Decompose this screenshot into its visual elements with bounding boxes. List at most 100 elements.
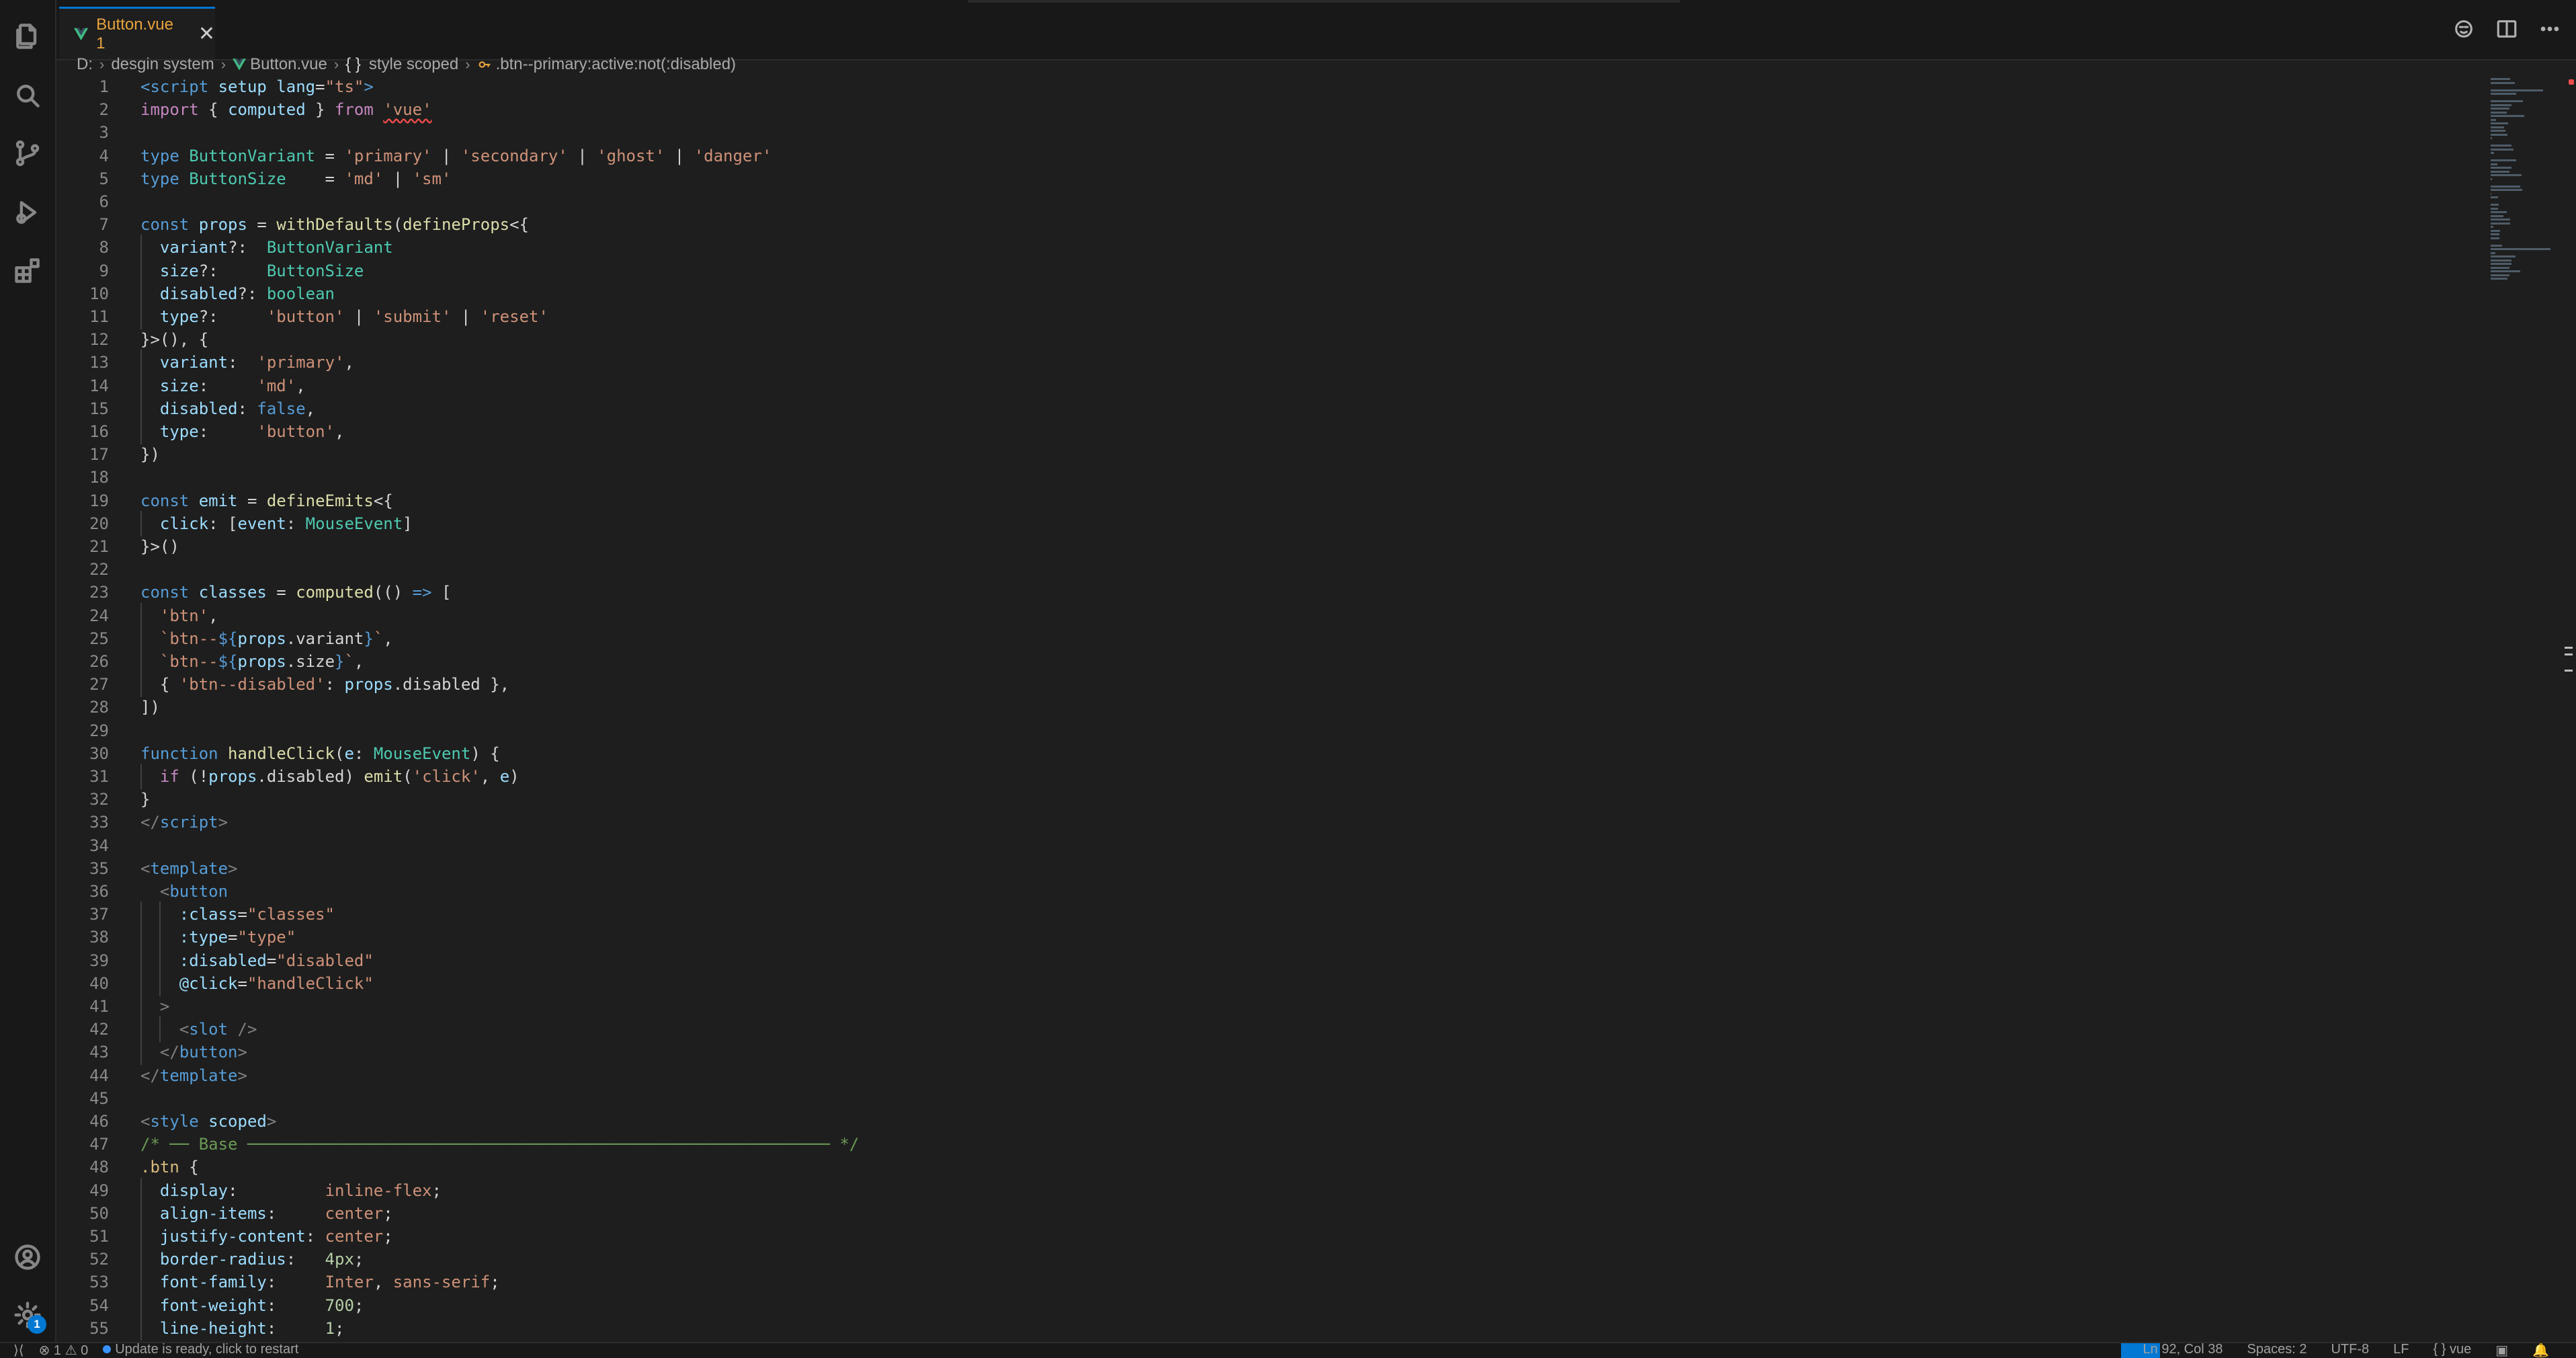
code-line[interactable]: 3 — [56, 121, 109, 144]
code-line[interactable]: 22 — [56, 558, 109, 581]
editor-tab-bar: Button.vue 1 ✕ — [56, 0, 2576, 61]
code-line[interactable]: 28]) — [56, 696, 160, 719]
code-line[interactable]: 35 <template> — [56, 857, 237, 880]
close-icon[interactable]: ✕ — [198, 24, 215, 44]
code-line[interactable]: 38 :type="type" — [56, 924, 296, 951]
account-icon[interactable] — [11, 1241, 44, 1273]
encoding[interactable]: UTF-8 — [2331, 1343, 2369, 1358]
code-line[interactable]: 30 function handleClick(e: MouseEvent) { — [56, 742, 500, 765]
code-line[interactable]: 32} — [56, 788, 150, 811]
code-line[interactable]: 33 </script> — [56, 811, 228, 834]
remote-icon[interactable]: ⟩⟨ — [13, 1343, 24, 1358]
code-line[interactable]: 23 const classes = computed(() => [ — [56, 581, 451, 604]
problems-count[interactable]: ⊗ 1 ⚠ 0 — [39, 1343, 89, 1358]
explorer-icon[interactable] — [11, 20, 44, 52]
code-line[interactable]: 10 disabled?: boolean — [56, 280, 335, 307]
code-line[interactable]: 17}) — [56, 443, 160, 466]
code-line[interactable]: 45 — [56, 1087, 109, 1110]
code-token: ButtonSize — [266, 261, 364, 280]
minimap[interactable] — [2487, 75, 2561, 290]
more-actions-icon[interactable] — [2538, 17, 2561, 44]
extensions-icon[interactable] — [11, 254, 44, 286]
language-mode[interactable]: { } vue — [2433, 1343, 2471, 1358]
code-line[interactable]: 11 type?: 'button' | 'submit' | 'reset' — [56, 304, 548, 329]
code-line[interactable]: 44 </template> — [56, 1064, 247, 1087]
code-line[interactable]: 41 > — [56, 994, 169, 1019]
code-line[interactable]: 34 — [56, 834, 109, 857]
info-dot-icon — [103, 1345, 112, 1353]
code-line[interactable]: 6 — [56, 190, 109, 213]
code-line[interactable]: 55 line-height: 1; — [56, 1315, 344, 1341]
code-line[interactable]: 5 type ButtonSize = 'md' | 'sm' — [56, 167, 452, 190]
line-number: 18 — [89, 468, 109, 487]
settings-gear-icon[interactable]: 1 — [11, 1299, 46, 1334]
breadcrumb-section[interactable]: style scoped — [369, 55, 458, 74]
line-number: 30 — [89, 744, 109, 763]
breadcrumb-symbol[interactable]: .btn--primary:active:not(:disabled) — [496, 55, 736, 74]
code-line[interactable]: 46 <style scoped> — [56, 1110, 276, 1133]
code-line[interactable]: 15 disabled: false, — [56, 395, 315, 422]
code-line[interactable]: 42 <slot /> — [56, 1016, 257, 1043]
code-line[interactable]: 54 font-weight: 700; — [56, 1292, 364, 1318]
code-line[interactable]: 29 — [56, 719, 109, 742]
code-line[interactable]: 25 `btn--${props.variant}`, — [56, 625, 393, 651]
code-line[interactable]: 20 click: [event: MouseEvent] — [56, 510, 413, 536]
code-line[interactable]: 26 `btn--${props.size}`, — [56, 649, 364, 674]
code-line[interactable]: 14 size: 'md', — [56, 372, 306, 399]
breadcrumb-folder[interactable]: desgin system — [111, 55, 214, 74]
code-line[interactable]: 7 const props = withDefaults(defineProps<… — [56, 213, 529, 236]
code-line[interactable]: 18 — [56, 466, 109, 489]
code-token: > — [266, 1112, 277, 1131]
update-notice[interactable]: Update is ready, click to restart — [103, 1343, 298, 1358]
code-line[interactable]: 8 variant?: ButtonVariant — [56, 235, 393, 261]
code-text: const classes = computed(() => [ — [140, 581, 451, 604]
layout-icon[interactable]: ▣ — [2495, 1343, 2508, 1358]
code-line[interactable]: 51 justify-content: center; — [56, 1224, 393, 1249]
breadcrumb-drive[interactable]: D: — [77, 55, 93, 74]
code-line[interactable]: 48 .btn { — [56, 1156, 199, 1179]
code-line[interactable]: 37 :class="classes" — [56, 902, 335, 928]
code-line[interactable]: 19 const emit = defineEmits<{ — [56, 489, 393, 512]
code-line[interactable]: 49 display: inline-flex; — [56, 1177, 442, 1203]
code-line[interactable]: 24 'btn', — [56, 602, 218, 629]
minimap-line — [2491, 148, 2513, 151]
code-token: 'btn--disabled' — [179, 675, 325, 694]
code-line[interactable]: 47 /* ── Base ───────────────────────────… — [56, 1133, 859, 1156]
code-line[interactable]: 53 font-family: Inter, sans-serif; — [56, 1269, 500, 1295]
code-line[interactable]: 21}>() — [56, 535, 179, 558]
code-line[interactable]: 12}>(), { — [56, 328, 208, 351]
code-line[interactable]: 31 if (!props.disabled) emit('click', e) — [56, 764, 520, 789]
code-line[interactable]: 40 @click="handleClick" — [56, 970, 374, 996]
indent-guide — [159, 970, 161, 996]
indentation[interactable]: Spaces: 2 — [2247, 1343, 2307, 1358]
code-line[interactable]: 9 size?: ButtonSize — [56, 257, 364, 284]
split-editor-icon[interactable] — [2495, 17, 2518, 44]
code-token: < — [140, 858, 151, 878]
copilot-icon[interactable] — [2452, 17, 2475, 44]
code-line[interactable]: 4 type ButtonVariant = 'primary' | 'secon… — [56, 145, 772, 167]
code-line[interactable]: 39 :disabled="disabled" — [56, 947, 374, 973]
indent-guide — [140, 350, 142, 376]
code-token: disabled — [159, 399, 238, 418]
cursor-position[interactable]: Ln 92, Col 38 — [2143, 1343, 2223, 1358]
code-line[interactable]: 2 import { computed } from 'vue' — [56, 98, 432, 121]
run-debug-icon[interactable] — [11, 196, 44, 229]
indent-guide — [140, 625, 142, 651]
breadcrumb-file[interactable]: Button.vue — [250, 55, 327, 74]
code-token: emit — [364, 767, 403, 786]
code-line[interactable]: 52 border-radius: 4px; — [56, 1246, 364, 1273]
code-line[interactable]: 43 </button> — [56, 1039, 247, 1066]
code-editor[interactable]: 1 <script setup lang="ts"> 2 import { compu… — [56, 75, 2476, 1341]
code-line[interactable]: 36 <button — [56, 880, 228, 903]
code-line[interactable]: 50 align-items: center; — [56, 1200, 393, 1226]
notifications-icon[interactable]: 🔔 — [2532, 1343, 2549, 1358]
code-text: type ButtonSize = 'md' | 'sm' — [140, 167, 451, 190]
code-line[interactable]: 13 variant: 'primary', — [56, 350, 354, 376]
search-icon[interactable] — [11, 79, 44, 112]
tab-button-vue[interactable]: Button.vue 1 ✕ — [59, 7, 215, 59]
code-line[interactable]: 1 <script setup lang="ts"> — [56, 75, 374, 98]
code-line[interactable]: 27 { 'btn--disabled': props.disabled }, — [56, 672, 509, 698]
end-of-line[interactable]: LF — [2393, 1343, 2409, 1358]
source-control-icon[interactable] — [11, 137, 44, 169]
code-line[interactable]: 16 type: 'button', — [56, 419, 344, 444]
